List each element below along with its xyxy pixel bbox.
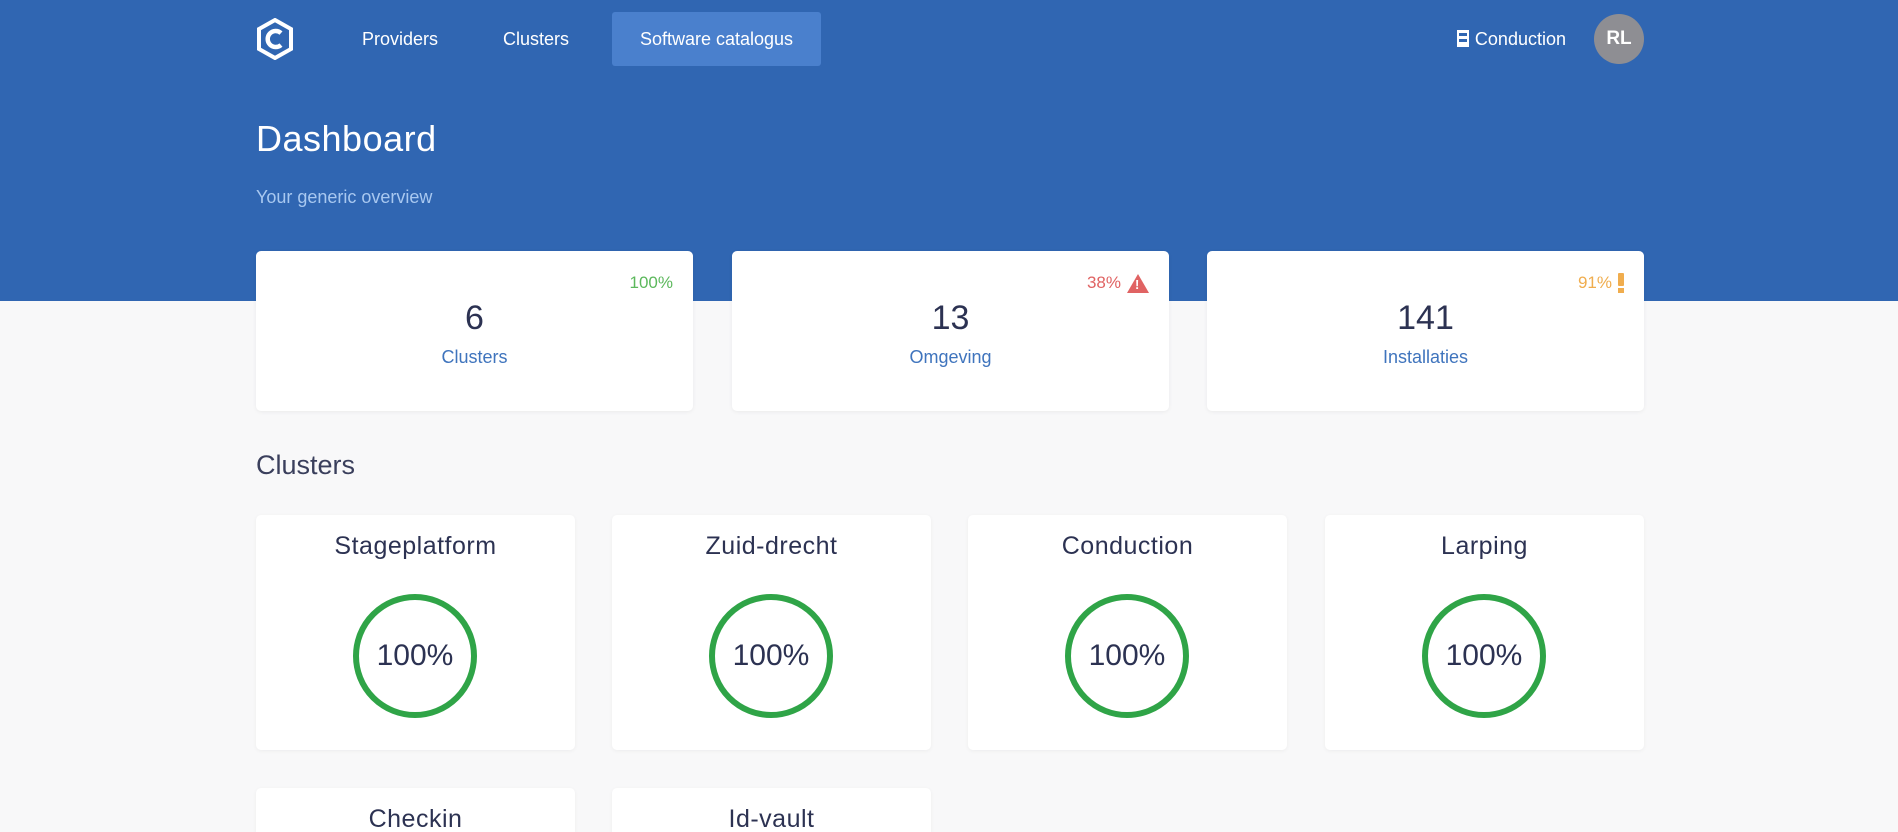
stat-value: 13	[931, 299, 970, 337]
conduction-logo-icon[interactable]	[256, 18, 294, 60]
stat-card-installaties[interactable]: 91% 141 Installaties	[1207, 251, 1644, 411]
cluster-name: Stageplatform	[334, 532, 497, 560]
cluster-card[interactable]: Zuid-drecht 100%	[612, 515, 931, 750]
nav-providers[interactable]: Providers	[338, 12, 462, 66]
building-icon	[1456, 30, 1469, 47]
top-navbar: Providers Clusters Software catalogus Co…	[256, 0, 1644, 78]
stat-label: Installaties	[1382, 347, 1469, 367]
cluster-name: Checkin	[368, 805, 463, 832]
cluster-health-ring: 100%	[353, 594, 477, 718]
cluster-card[interactable]: Larping 100%	[1325, 515, 1644, 750]
cluster-name: Id-vault	[728, 805, 815, 832]
stat-label: Clusters	[441, 347, 508, 367]
cluster-name: Zuid-drecht	[705, 532, 838, 560]
cluster-health-ring: 100%	[709, 594, 833, 718]
cluster-name: Conduction	[1061, 532, 1194, 560]
cluster-card[interactable]: Stageplatform 100%	[256, 515, 575, 750]
page-title: Dashboard	[256, 118, 437, 159]
clusters-section-title: Clusters	[256, 450, 356, 480]
stat-label: Omgeving	[909, 347, 992, 367]
organization-selector[interactable]: Conduction	[1456, 22, 1566, 56]
cluster-card[interactable]: Checkin	[256, 788, 575, 832]
nav-software-catalogus[interactable]: Software catalogus	[612, 12, 821, 66]
cluster-health-ring: 100%	[1065, 594, 1189, 718]
user-avatar[interactable]: RL	[1594, 14, 1644, 64]
organization-name: Conduction	[1474, 29, 1566, 49]
warning-triangle-icon	[1127, 273, 1149, 293]
stat-value: 6	[465, 299, 484, 337]
stat-percent: 100%	[629, 273, 673, 292]
exclamation-icon	[1618, 273, 1624, 293]
nav-clusters[interactable]: Clusters	[479, 12, 593, 66]
cluster-health-value: 100%	[732, 639, 810, 672]
stat-value: 141	[1397, 299, 1454, 337]
cluster-card[interactable]: Id-vault	[612, 788, 931, 832]
stat-percent: 91%	[1578, 273, 1624, 293]
stat-card-clusters[interactable]: 100% 6 Clusters	[256, 251, 693, 411]
page-subtitle: Your generic overview	[256, 187, 433, 207]
cluster-health-value: 100%	[1445, 639, 1523, 672]
cluster-card[interactable]: Conduction 100%	[968, 515, 1287, 750]
cluster-name: Larping	[1441, 532, 1528, 560]
stat-percent: 38%	[1087, 273, 1149, 293]
cluster-health-value: 100%	[1088, 639, 1166, 672]
cluster-health-value: 100%	[376, 639, 454, 672]
cluster-health-ring: 100%	[1422, 594, 1546, 718]
stat-card-omgeving[interactable]: 38% 13 Omgeving	[732, 251, 1169, 411]
